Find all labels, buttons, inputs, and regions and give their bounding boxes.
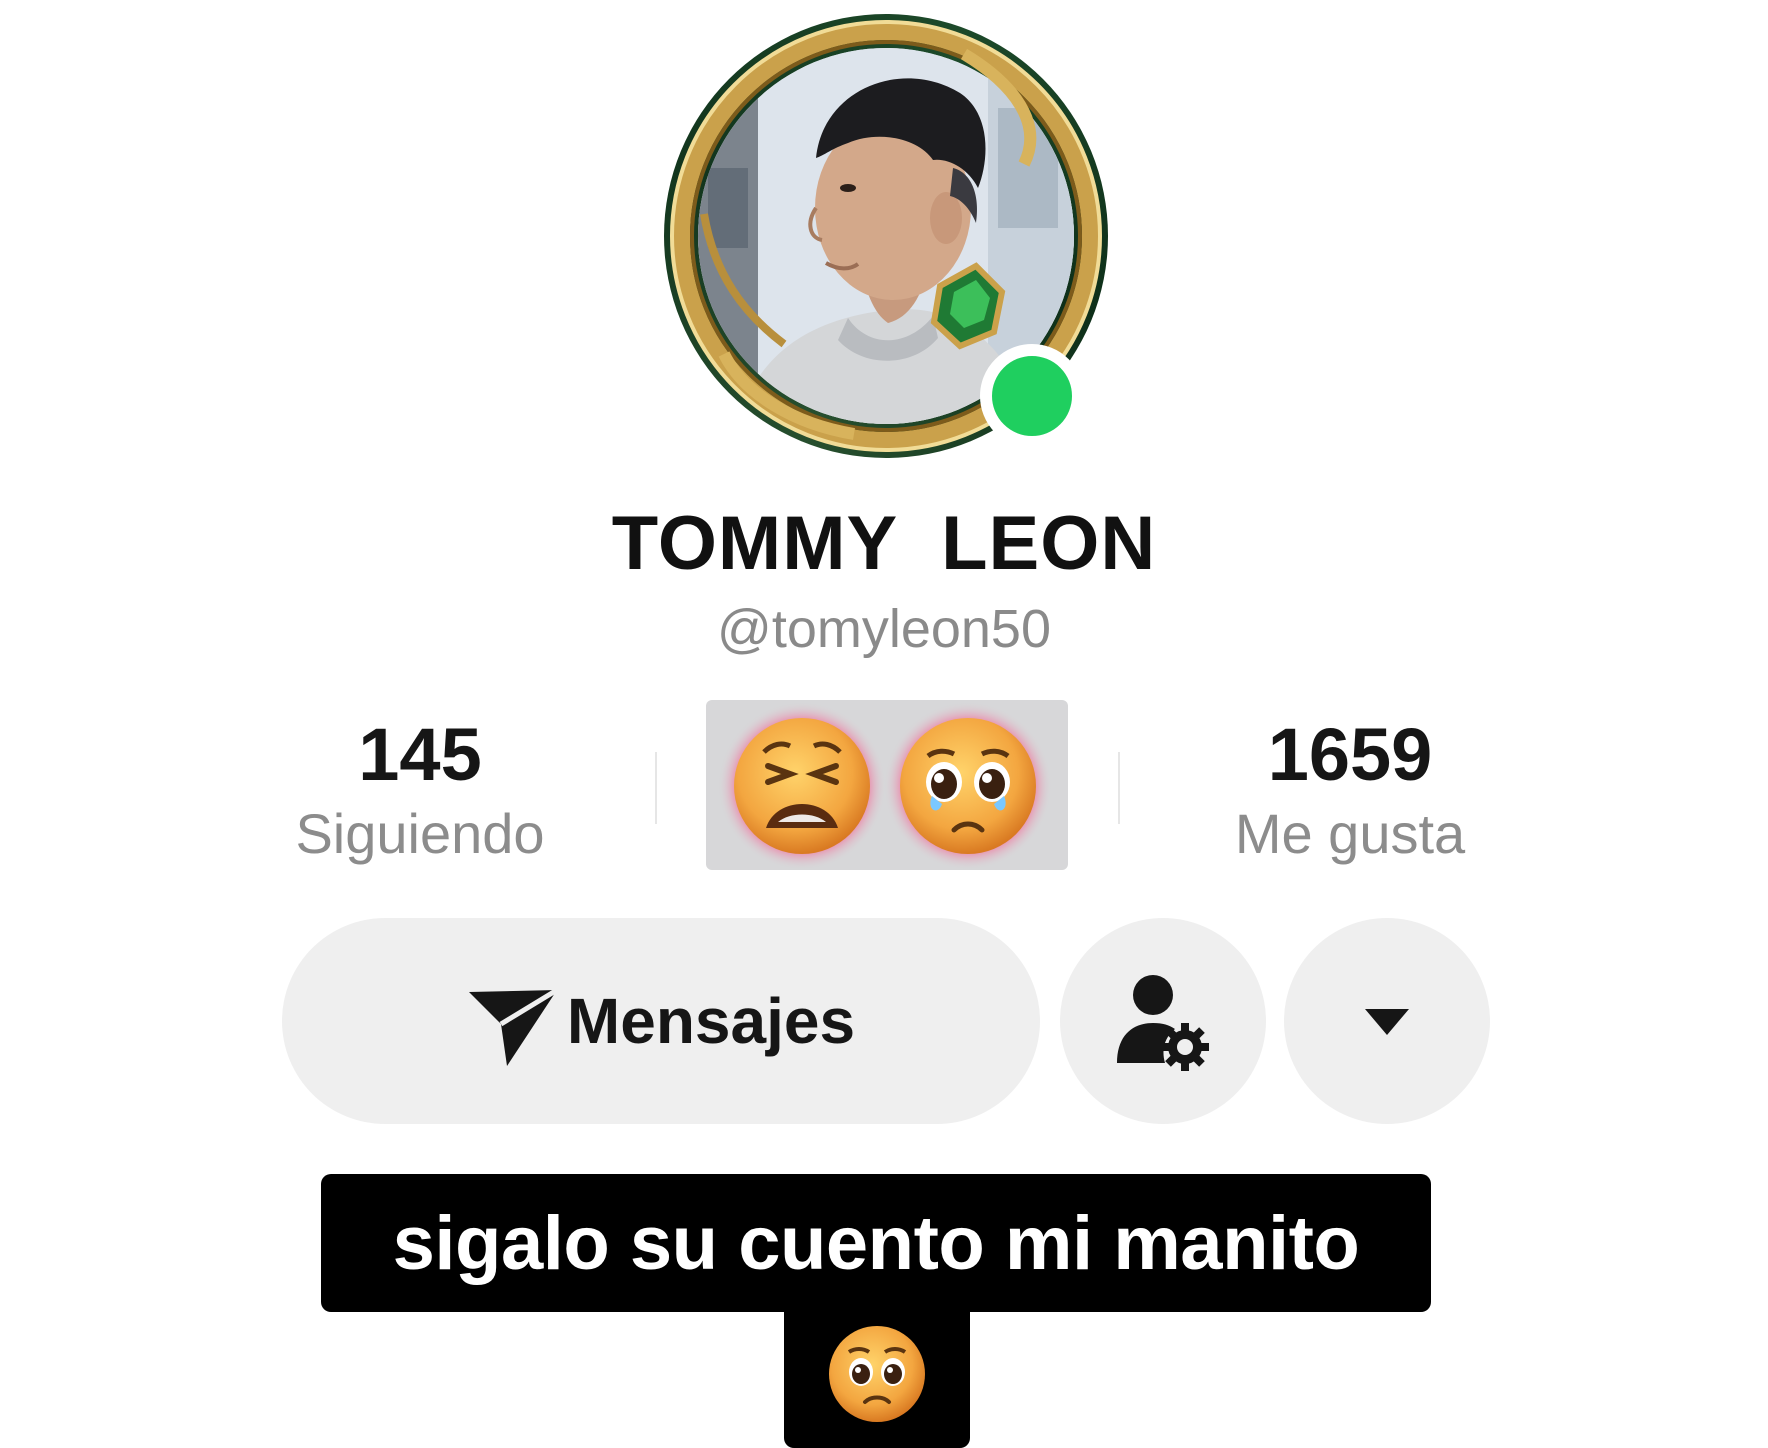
stat-divider [655,752,657,824]
likes-count: 1659 [1267,713,1433,796]
pleading-face-emoji [829,1326,925,1422]
display-name: TOMMY LEON [611,501,1157,586]
following-count: 145 [358,713,482,796]
send-icon [468,987,559,1066]
weary-face-emoji [718,702,886,870]
caption-overlay-emoji [784,1300,970,1448]
online-status-indicator [980,344,1084,448]
profile-page: TOMMY LEON @tomyleon50 145 Siguiendo 165… [0,0,1768,1448]
user-gear-icon [1117,975,1209,1071]
caption-text: sigalo su cuento mi manito [392,1200,1360,1286]
more-options-button[interactable] [1284,918,1490,1124]
username: @tomyleon50 [717,599,1051,659]
messages-button[interactable]: Mensajes [282,918,1040,1124]
caption-overlay: sigalo su cuento mi manito [321,1174,1431,1312]
emoji-sticker [706,700,1068,870]
stat-divider [1118,752,1120,824]
following-stat[interactable]: 145 Siguiendo [240,718,600,862]
user-settings-button[interactable] [1060,918,1266,1124]
messages-button-label: Mensajes [566,985,856,1057]
pleading-face-emoji [884,702,1052,870]
likes-stat[interactable]: 1659 Me gusta [1170,718,1530,862]
caret-down-icon [1365,1009,1409,1035]
avatar[interactable] [664,14,1108,458]
following-label: Siguiendo [295,802,545,865]
likes-label: Me gusta [1234,802,1466,865]
